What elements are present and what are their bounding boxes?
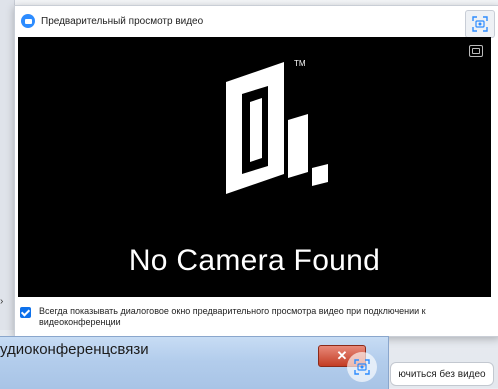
frame-icon[interactable] [469, 45, 483, 57]
video-preview-area: TM No Camera Found [18, 37, 491, 297]
zoom-logo-icon [21, 14, 35, 28]
audio-conference-window: удиоконференцсвязи ✕ [0, 336, 389, 389]
dialog-title: Предварительный просмотр видео [41, 15, 204, 27]
always-show-label: Всегда показывать диалоговое окно предва… [39, 306, 426, 327]
screenshot-tile-icon [472, 16, 488, 32]
always-show-option[interactable]: Всегда показывать диалоговое окно предва… [20, 306, 480, 328]
trademark-label: TM [294, 59, 306, 68]
background-window-edge [0, 0, 15, 330]
screenshot-tile-button[interactable] [465, 10, 495, 38]
audio-window-title: удиоконференцсвязи [0, 341, 149, 358]
always-show-checkbox[interactable] [20, 307, 31, 318]
camera-brand-logo [226, 62, 328, 194]
dialog-titlebar: Предварительный просмотр видео [15, 6, 498, 36]
no-camera-message: No Camera Found [128, 244, 381, 277]
close-icon: ✕ [336, 348, 348, 363]
audio-screenshot-tile[interactable] [347, 352, 377, 382]
join-without-video-button[interactable]: ючиться без видео [390, 362, 494, 386]
screenshot-tile-icon [354, 359, 370, 375]
left-edge-marker: › [0, 296, 4, 307]
